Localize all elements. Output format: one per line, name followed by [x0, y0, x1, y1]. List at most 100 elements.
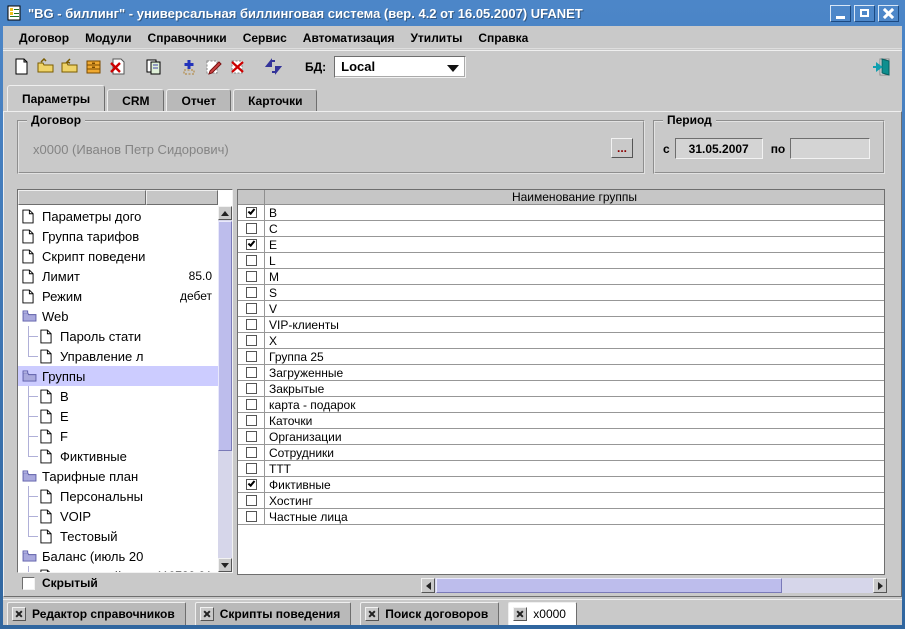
table-horizontal-scrollbar[interactable] [421, 578, 887, 593]
group-checkbox[interactable] [246, 335, 257, 346]
table-row[interactable]: Фиктивные [238, 477, 884, 493]
new-document-button[interactable] [9, 55, 33, 79]
group-checkbox[interactable] [246, 495, 257, 506]
hidden-checkbox[interactable] [22, 577, 35, 590]
add-record-button[interactable] [177, 55, 201, 79]
tree-item[interactable]: Тестовый [18, 526, 218, 546]
tree-item[interactable]: Тарифные план [18, 466, 218, 486]
table-row[interactable]: Закрытые [238, 381, 884, 397]
menu-item[interactable]: Утилиты [402, 31, 470, 45]
scrollbar-thumb[interactable] [436, 578, 782, 593]
chevron-down-icon[interactable] [447, 65, 459, 72]
table-row[interactable]: TTT [238, 461, 884, 477]
task-tab[interactable]: Поиск договоров [360, 602, 499, 625]
tree-item[interactable]: Управление л [18, 346, 218, 366]
table-row[interactable]: X [238, 333, 884, 349]
group-checkbox[interactable] [246, 255, 257, 266]
tree-item[interactable]: Группа тарифов [18, 226, 218, 246]
tree-item[interactable]: Пароль стати [18, 326, 218, 346]
group-checkbox[interactable] [246, 479, 257, 490]
group-checkbox[interactable] [246, 383, 257, 394]
menu-item[interactable]: Договор [11, 31, 77, 45]
tree-item[interactable]: Баланс (июль 20 [18, 546, 218, 566]
open-folder-button[interactable] [33, 55, 57, 79]
table-row[interactable]: Хостинг [238, 493, 884, 509]
group-checkbox[interactable] [246, 447, 257, 458]
group-checkbox[interactable] [246, 367, 257, 378]
minimize-button[interactable] [830, 5, 851, 22]
tree-item[interactable]: Web [18, 306, 218, 326]
tree-item[interactable]: F [18, 426, 218, 446]
tree-item[interactable]: Входящий110739.91 [18, 566, 218, 572]
close-button[interactable] [878, 5, 899, 22]
scroll-down-button[interactable] [218, 558, 232, 572]
checkbox-column-header[interactable] [238, 190, 265, 204]
tab-отчет[interactable]: Отчет [166, 89, 231, 111]
close-tab-button[interactable] [12, 607, 26, 621]
table-row[interactable]: VIP-клиенты [238, 317, 884, 333]
table-row[interactable]: Группа 25 [238, 349, 884, 365]
tree-header-cell[interactable] [146, 190, 218, 205]
menu-item[interactable]: Справочники [140, 31, 235, 45]
tree-item[interactable]: Персональны [18, 486, 218, 506]
group-checkbox[interactable] [246, 303, 257, 314]
tree-item[interactable]: Параметры дого [18, 206, 218, 226]
table-row[interactable]: Загруженные [238, 365, 884, 381]
scroll-up-button[interactable] [218, 206, 232, 220]
group-checkbox[interactable] [246, 415, 257, 426]
tree-item[interactable]: Скрипт поведени [18, 246, 218, 266]
group-checkbox[interactable] [246, 351, 257, 362]
table-row[interactable]: Организации [238, 429, 884, 445]
menu-item[interactable]: Модули [77, 31, 139, 45]
tree-header-cell[interactable] [18, 190, 146, 205]
refresh-button[interactable] [261, 55, 285, 79]
scrollbar-thumb[interactable] [218, 221, 232, 451]
group-checkbox[interactable] [246, 431, 257, 442]
table-row[interactable]: M [238, 269, 884, 285]
contract-browse-button[interactable]: ... [611, 138, 633, 158]
tree-item[interactable]: Группы [18, 366, 218, 386]
group-checkbox[interactable] [246, 319, 257, 330]
table-row[interactable]: V [238, 301, 884, 317]
period-from-field[interactable]: 31.05.2007 [675, 138, 763, 159]
group-checkbox[interactable] [246, 287, 257, 298]
tab-параметры[interactable]: Параметры [7, 85, 105, 111]
tree-item[interactable]: B [18, 386, 218, 406]
tree-vertical-scrollbar[interactable] [218, 206, 232, 572]
import-folder-button[interactable] [57, 55, 81, 79]
close-tab-button[interactable] [513, 607, 527, 621]
copy-document-button[interactable] [141, 55, 165, 79]
period-to-field[interactable] [790, 138, 870, 159]
table-row[interactable]: B [238, 205, 884, 221]
group-checkbox[interactable] [246, 207, 257, 218]
tab-crm[interactable]: CRM [107, 89, 164, 111]
table-row[interactable]: E [238, 237, 884, 253]
group-checkbox[interactable] [246, 463, 257, 474]
tree-item[interactable]: E [18, 406, 218, 426]
table-row[interactable]: Частные лица [238, 509, 884, 525]
scroll-left-button[interactable] [421, 578, 435, 593]
scroll-right-button[interactable] [873, 578, 887, 593]
table-row[interactable]: S [238, 285, 884, 301]
menu-item[interactable]: Справка [470, 31, 536, 45]
table-row[interactable]: карта - подарок [238, 397, 884, 413]
group-checkbox[interactable] [246, 511, 257, 522]
group-checkbox[interactable] [246, 239, 257, 250]
group-checkbox[interactable] [246, 223, 257, 234]
group-checkbox[interactable] [246, 271, 257, 282]
task-tab[interactable]: Редактор справочников [7, 602, 186, 625]
journal-button[interactable] [81, 55, 105, 79]
table-row[interactable]: Каточки [238, 413, 884, 429]
tree-item[interactable]: Режимдебет [18, 286, 218, 306]
tree-item[interactable]: Лимит85.0 [18, 266, 218, 286]
edit-record-button[interactable] [201, 55, 225, 79]
task-tab[interactable]: Скрипты поведения [195, 602, 351, 625]
tab-карточки[interactable]: Карточки [233, 89, 317, 111]
group-checkbox[interactable] [246, 399, 257, 410]
close-tab-button[interactable] [200, 607, 214, 621]
table-row[interactable]: Сотрудники [238, 445, 884, 461]
close-tab-button[interactable] [365, 607, 379, 621]
menu-item[interactable]: Автоматизация [295, 31, 403, 45]
group-name-column-header[interactable]: Наименование группы [265, 190, 884, 204]
maximize-button[interactable] [854, 5, 875, 22]
